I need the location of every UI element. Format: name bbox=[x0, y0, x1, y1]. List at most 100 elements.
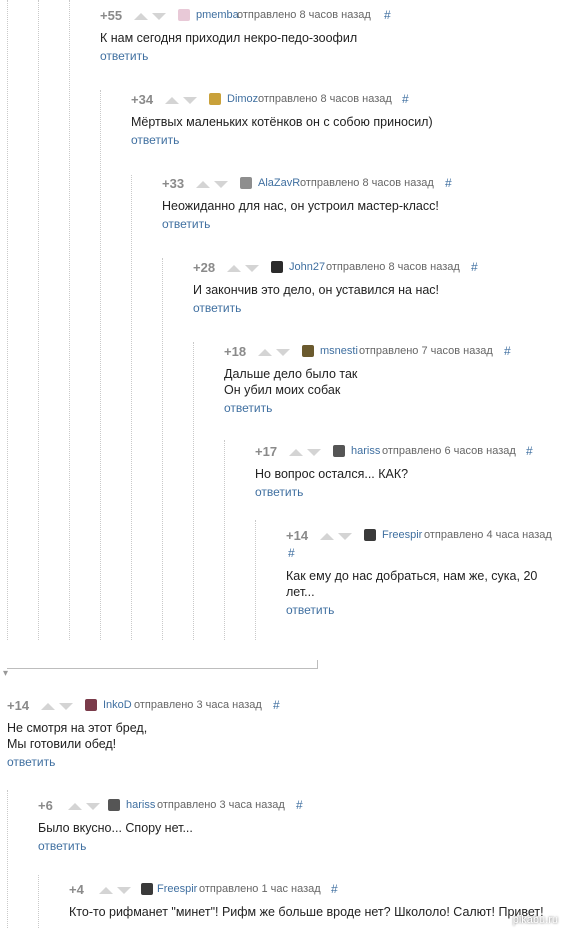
comment: +33 AlaZavR отправлено 8 часов назад # Н… bbox=[162, 176, 552, 231]
avatar[interactable] bbox=[209, 93, 221, 105]
permalink-hash[interactable]: # bbox=[471, 260, 478, 274]
author-link[interactable]: Freespir bbox=[157, 883, 197, 895]
timestamp: отправлено 8 часов назад bbox=[258, 93, 392, 105]
author-link[interactable]: pmemba bbox=[196, 9, 239, 21]
permalink-hash[interactable]: # bbox=[273, 698, 280, 712]
thread-guide-line bbox=[255, 520, 256, 640]
thread-guide-line bbox=[38, 875, 39, 928]
comment-meta: +4 Freespir отправлено 1 час назад # bbox=[69, 882, 559, 900]
reply-link[interactable]: ответить bbox=[162, 217, 552, 231]
author-link[interactable]: InkoD bbox=[103, 699, 132, 711]
comment-rating: +6 bbox=[38, 798, 53, 813]
comment-rating: +28 bbox=[193, 260, 216, 275]
comment-text: Как ему до нас добраться, нам же, сука, … bbox=[286, 569, 538, 599]
downvote-arrow-icon[interactable] bbox=[245, 265, 259, 272]
upvote-arrow-icon[interactable] bbox=[289, 449, 303, 456]
reply-link[interactable]: ответить bbox=[286, 603, 554, 617]
author-link[interactable]: Freespir bbox=[382, 529, 422, 541]
downvote-arrow-icon[interactable] bbox=[307, 449, 321, 456]
avatar[interactable] bbox=[271, 261, 283, 273]
comment-meta: +6 hariss отправлено 3 часа назад # bbox=[38, 798, 538, 816]
downvote-arrow-icon[interactable] bbox=[152, 13, 166, 20]
permalink-hash[interactable]: # bbox=[331, 882, 338, 896]
reply-link[interactable]: ответить bbox=[224, 401, 554, 415]
downvote-arrow-icon[interactable] bbox=[117, 887, 131, 894]
comment-rating: +14 bbox=[7, 698, 30, 713]
avatar[interactable] bbox=[178, 9, 190, 21]
upvote-arrow-icon[interactable] bbox=[165, 97, 179, 104]
downvote-arrow-icon[interactable] bbox=[86, 803, 100, 810]
thread-guide-line bbox=[193, 342, 194, 640]
thread-guide-line bbox=[38, 0, 39, 640]
comment-meta: +34 Dimoz отправлено 8 часов назад # bbox=[131, 92, 551, 110]
downvote-arrow-icon[interactable] bbox=[183, 97, 197, 104]
comment-rating: +55 bbox=[100, 8, 123, 23]
comment-rating: +34 bbox=[131, 92, 154, 107]
reply-link[interactable]: ответить bbox=[100, 49, 540, 63]
timestamp: отправлено 4 часа назад bbox=[424, 529, 552, 541]
permalink-hash[interactable]: # bbox=[384, 8, 391, 22]
reply-link[interactable]: ответить bbox=[38, 839, 538, 853]
timestamp: отправлено 8 часов назад bbox=[237, 9, 371, 21]
thread-guide-line bbox=[7, 0, 8, 640]
permalink-hash[interactable]: # bbox=[445, 176, 452, 190]
comment-rating: +17 bbox=[255, 444, 278, 459]
avatar[interactable] bbox=[85, 699, 97, 711]
thread-collapse-line[interactable] bbox=[7, 668, 318, 669]
comment-text: Было вкусно... Спору нет... bbox=[38, 821, 193, 835]
upvote-arrow-icon[interactable] bbox=[68, 803, 82, 810]
author-link[interactable]: hariss bbox=[351, 445, 380, 457]
upvote-arrow-icon[interactable] bbox=[99, 887, 113, 894]
downvote-arrow-icon[interactable] bbox=[276, 349, 290, 356]
comment: +55 pmemba отправлено 8 часов назад # К … bbox=[100, 8, 540, 63]
thread-guide-line bbox=[69, 0, 70, 640]
permalink-hash[interactable]: # bbox=[402, 92, 409, 106]
avatar[interactable] bbox=[302, 345, 314, 357]
comment-meta: +28 John27 отправлено 8 часов назад # bbox=[193, 260, 553, 278]
comment-text: Неожиданно для нас, он устроил мастер-кл… bbox=[162, 199, 439, 213]
comment-meta: +14 Freespir отправлено 4 часа назад # bbox=[286, 528, 554, 564]
comment: +6 hariss отправлено 3 часа назад # Было… bbox=[38, 798, 538, 853]
timestamp: отправлено 1 час назад bbox=[199, 883, 321, 895]
comment-rating: +4 bbox=[69, 882, 84, 897]
permalink-hash[interactable]: # bbox=[504, 344, 511, 358]
thread-guide-line bbox=[131, 175, 132, 640]
comment-text: К нам сегодня приходил некро-педо-зоофил bbox=[100, 31, 358, 45]
comment: +18 msnesti отправлено 7 часов назад # Д… bbox=[224, 344, 554, 415]
avatar[interactable] bbox=[364, 529, 376, 541]
downvote-arrow-icon[interactable] bbox=[59, 703, 73, 710]
author-link[interactable]: John27 bbox=[289, 261, 325, 273]
avatar[interactable] bbox=[108, 799, 120, 811]
comment-rating: +14 bbox=[286, 528, 309, 543]
author-link[interactable]: hariss bbox=[126, 799, 155, 811]
comment: +17 hariss отправлено 6 часов назад # Но… bbox=[255, 444, 555, 499]
upvote-arrow-icon[interactable] bbox=[134, 13, 148, 20]
comment: +28 John27 отправлено 8 часов назад # И … bbox=[193, 260, 553, 315]
upvote-arrow-icon[interactable] bbox=[258, 349, 272, 356]
upvote-arrow-icon[interactable] bbox=[41, 703, 55, 710]
upvote-arrow-icon[interactable] bbox=[320, 533, 334, 540]
downvote-arrow-icon[interactable] bbox=[214, 181, 228, 188]
avatar[interactable] bbox=[141, 883, 153, 895]
permalink-hash[interactable]: # bbox=[296, 798, 303, 812]
avatar[interactable] bbox=[240, 177, 252, 189]
author-link[interactable]: AlaZavR bbox=[258, 177, 300, 189]
watermark: pikabu.ru bbox=[512, 914, 558, 926]
reply-link[interactable]: ответить bbox=[7, 755, 527, 769]
reply-link[interactable]: ответить bbox=[255, 485, 555, 499]
comment-meta: +14 InkoD отправлено 3 часа назад # bbox=[7, 698, 527, 716]
permalink-hash[interactable]: # bbox=[526, 444, 533, 458]
comment-text: Дальше дело было так Он убил моих собак bbox=[224, 367, 358, 397]
avatar[interactable] bbox=[333, 445, 345, 457]
reply-link[interactable]: ответить bbox=[193, 301, 553, 315]
comment-meta: +55 pmemba отправлено 8 часов назад # bbox=[100, 8, 540, 26]
downvote-arrow-icon[interactable] bbox=[338, 533, 352, 540]
upvote-arrow-icon[interactable] bbox=[196, 181, 210, 188]
thread-guide-line bbox=[224, 440, 225, 640]
permalink-hash[interactable]: # bbox=[288, 546, 295, 560]
author-link[interactable]: Dimoz bbox=[227, 93, 258, 105]
reply-link[interactable]: ответить bbox=[131, 133, 551, 147]
author-link[interactable]: msnesti bbox=[320, 345, 358, 357]
upvote-arrow-icon[interactable] bbox=[227, 265, 241, 272]
collapse-arrow-icon[interactable]: ▾ bbox=[3, 668, 8, 679]
